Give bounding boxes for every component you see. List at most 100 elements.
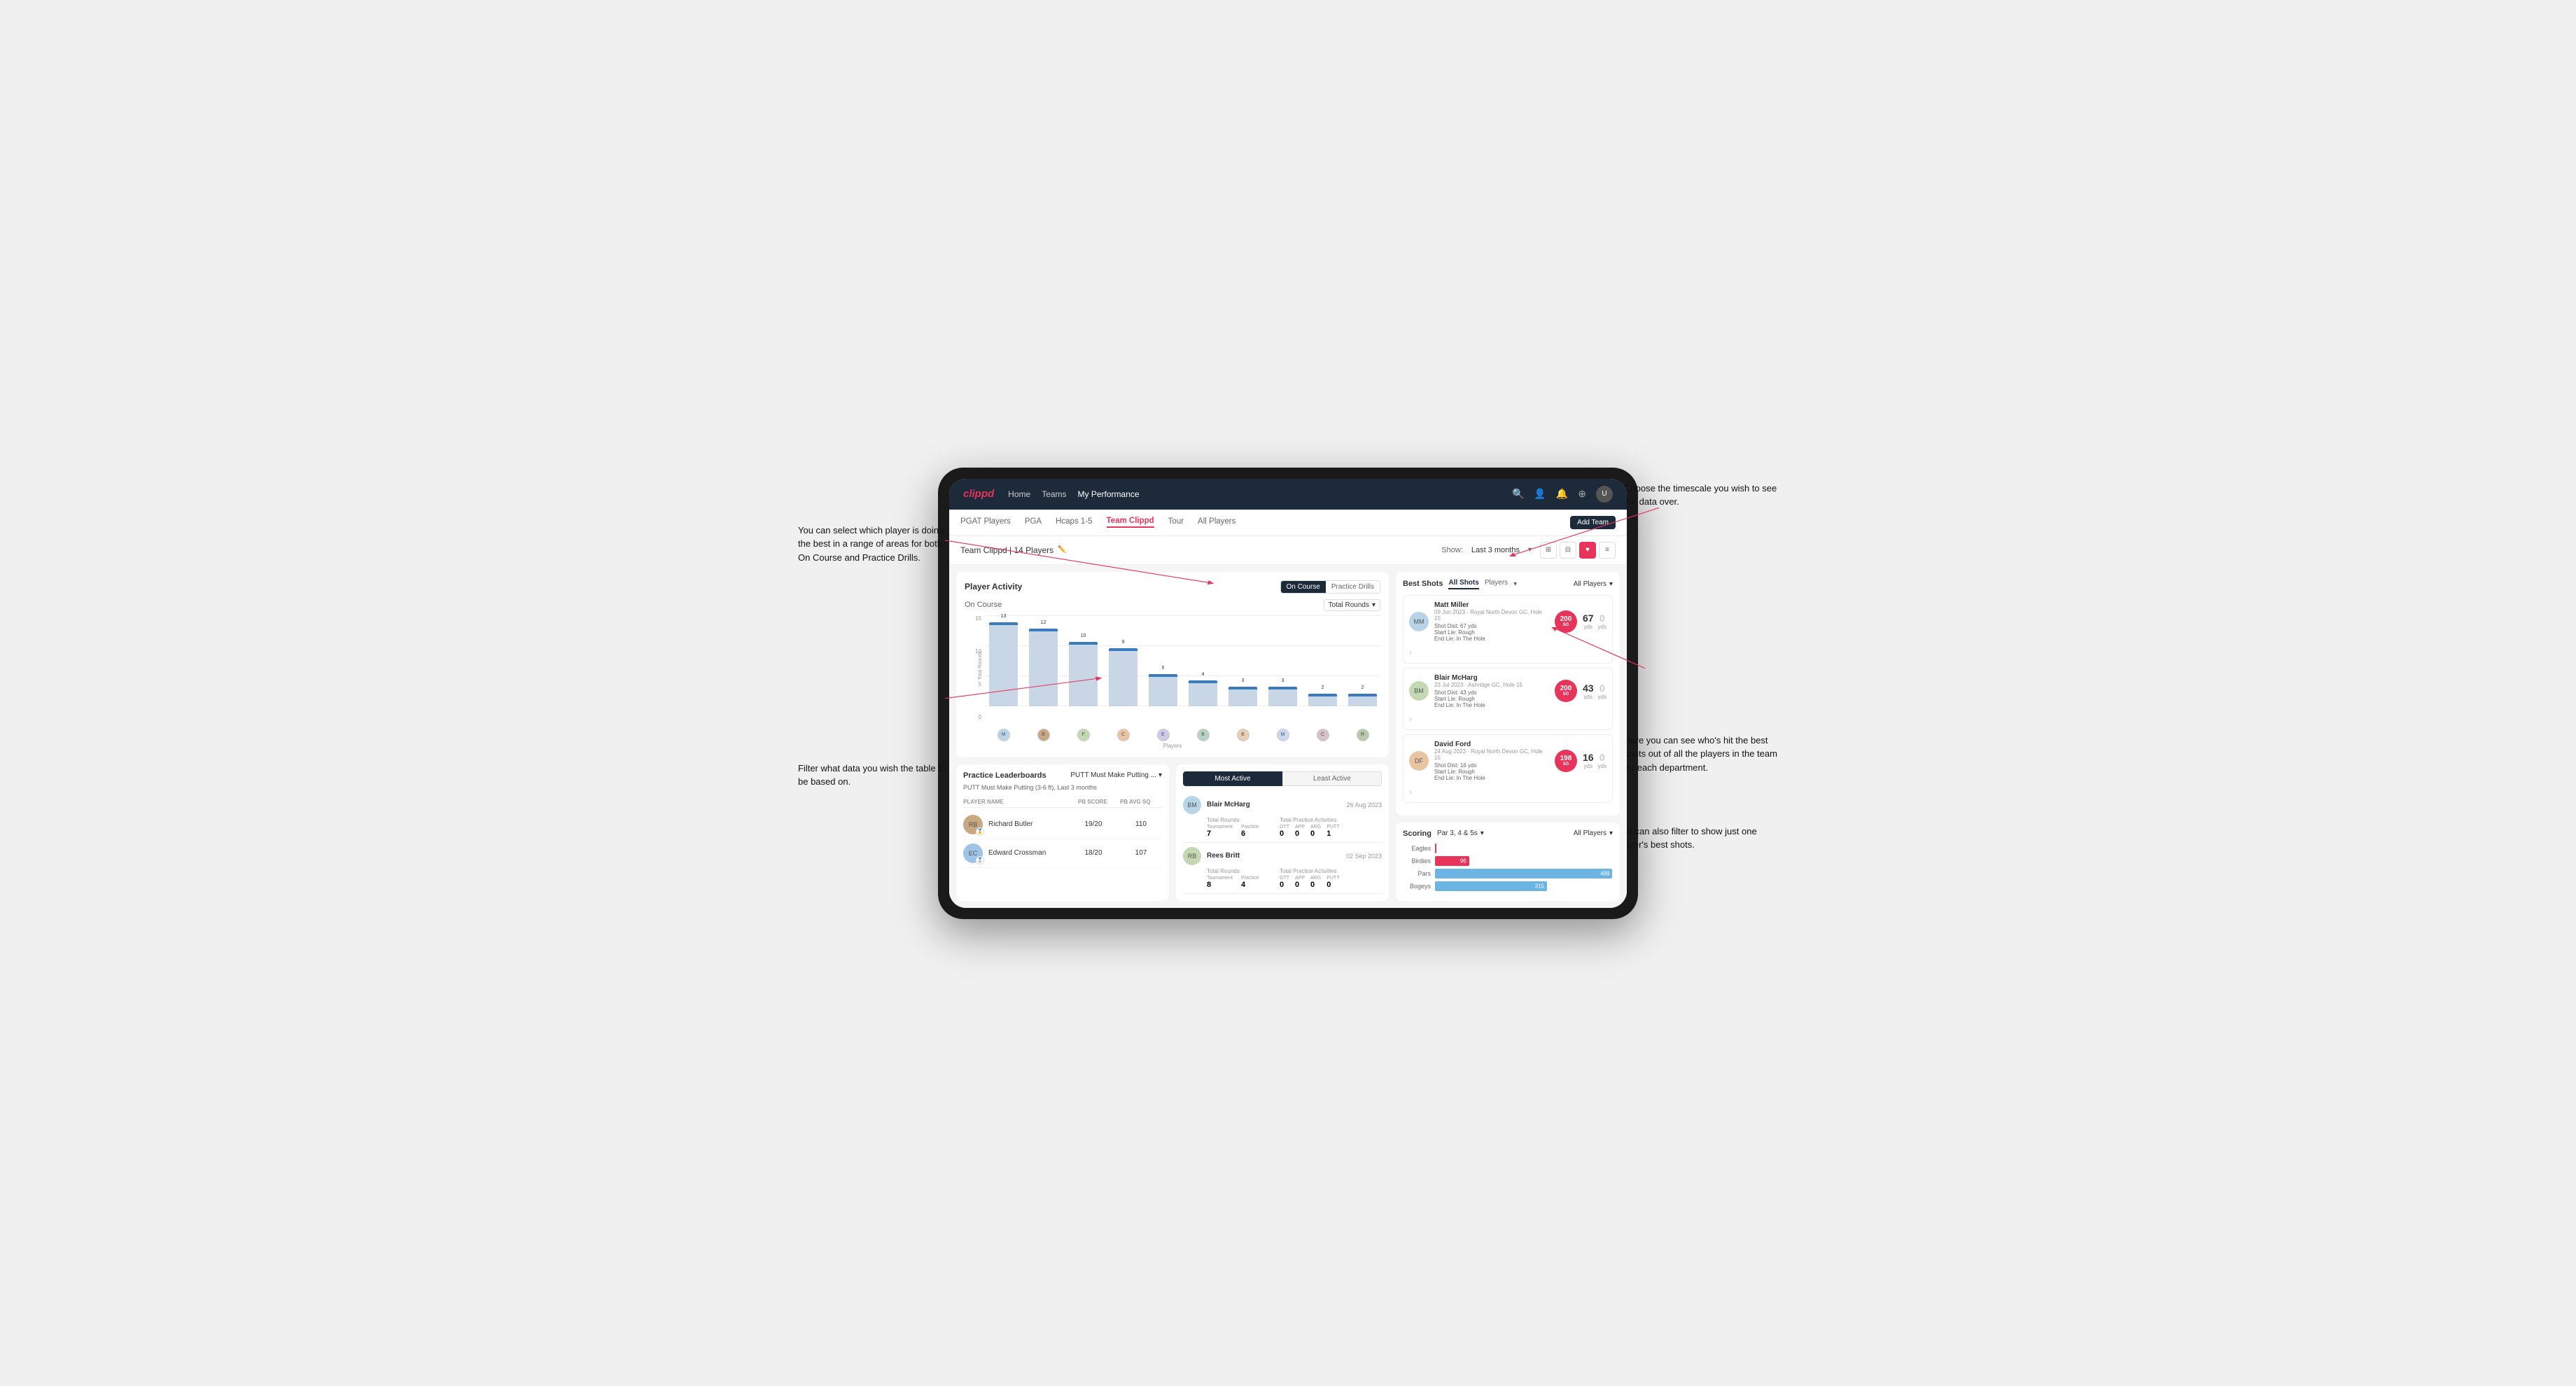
avatar[interactable]: U xyxy=(1596,486,1613,503)
sub-nav-tour[interactable]: Tour xyxy=(1168,517,1184,527)
chevron-down-icon[interactable]: ▾ xyxy=(1528,546,1532,554)
tab-all-shots[interactable]: All Shots xyxy=(1448,579,1478,589)
edit-icon[interactable]: ✏️ xyxy=(1058,546,1066,554)
scoring-filter2[interactable]: All Players ▾ xyxy=(1574,830,1613,837)
active-date-1: 26 Aug 2023 xyxy=(1346,802,1382,808)
zero-val-1: 0 xyxy=(1600,682,1605,694)
sg-value-2: 198 xyxy=(1560,755,1572,762)
mini-avatar-2: F xyxy=(1077,729,1090,741)
avatar-item-4: E xyxy=(1145,729,1181,741)
sub-nav-pga[interactable]: PGA xyxy=(1025,517,1042,527)
view-list-button[interactable]: ≡ xyxy=(1599,542,1616,559)
users-icon[interactable]: 👤 xyxy=(1534,488,1546,500)
nav-link-teams[interactable]: Teams xyxy=(1042,489,1066,499)
shot-cards: MM Matt Miller 09 Jun 2023 · Royal North… xyxy=(1403,595,1613,803)
best-shots-chevron[interactable]: ▾ xyxy=(1513,580,1517,588)
sg-label-1: SG xyxy=(1563,692,1569,696)
bar-val-inside-3: 315 xyxy=(1535,883,1544,889)
least-active-button[interactable]: Least Active xyxy=(1282,771,1382,786)
total-practice-label-2: Total Practice Activities xyxy=(1280,868,1382,874)
putt-col: PUTT 1 xyxy=(1326,825,1339,838)
practice-avg-1: 110 xyxy=(1120,820,1162,828)
bar-highlight-2 xyxy=(1069,642,1098,645)
on-course-toggle[interactable]: On Course xyxy=(1281,581,1326,593)
practice-avg-2: 107 xyxy=(1120,849,1162,857)
bar-value-2: 10 xyxy=(1081,634,1086,638)
active-total-practice-1: Total Practice Activities GTT 0 APP xyxy=(1280,817,1382,838)
nav-icons: 🔍 👤 🔔 ⊕ U xyxy=(1512,486,1613,503)
view-grid4-button[interactable]: ⊞ xyxy=(1540,542,1557,559)
shot-card-2[interactable]: DF David Ford 24 Aug 2023 · Royal North … xyxy=(1403,734,1613,803)
sub-nav-hcaps[interactable]: Hcaps 1-5 xyxy=(1056,517,1092,527)
all-players-dropdown[interactable]: All Players ▾ xyxy=(1574,580,1613,588)
putt-label: PUTT xyxy=(1326,825,1339,830)
search-icon[interactable]: 🔍 xyxy=(1512,488,1524,500)
sub-nav-right: Add Team xyxy=(1570,516,1616,529)
practice-drills-toggle[interactable]: Practice Drills xyxy=(1326,581,1380,593)
practice-filter-button[interactable]: PUTT Must Make Putting ... ▾ xyxy=(1070,771,1162,779)
gtt-label-2: GTT xyxy=(1280,876,1289,881)
plus-circle-icon[interactable]: ⊕ xyxy=(1578,488,1586,500)
sg-value-0: 200 xyxy=(1560,616,1572,623)
team-header: Team Clippd | 14 Players ✏️ Show: Last 3… xyxy=(949,536,1627,565)
shot-card-0[interactable]: MM Matt Miller 09 Jun 2023 · Royal North… xyxy=(1403,595,1613,664)
active-player-card-1[interactable]: BM Blair McHarg 26 Aug 2023 Total Rounds xyxy=(1183,792,1382,843)
tablet-screen: clippd Home Teams My Performance 🔍 👤 🔔 ⊕… xyxy=(949,479,1627,908)
practice-row-2[interactable]: EC 🥈 Edward Crossman 18/20 107 xyxy=(963,839,1162,868)
practice-avatar-1: RB 🥇 xyxy=(963,815,983,834)
shot-card-1[interactable]: BM Blair McHarg 23 Jul 2023 · Ashridge G… xyxy=(1403,668,1613,730)
active-name-2: Rees Britt xyxy=(1207,852,1240,860)
bell-icon[interactable]: 🔔 xyxy=(1556,488,1568,500)
active-player-card-2[interactable]: RB Rees Britt 02 Sep 2023 Total Rounds xyxy=(1183,843,1382,894)
chart-bottom-labels: Players xyxy=(965,743,1380,749)
best-shots-tabs: All Shots Players xyxy=(1448,579,1508,589)
bars-area: 1312109543322 xyxy=(986,615,1380,706)
view-heart-button[interactable]: ♥ xyxy=(1579,542,1596,559)
player-activity-section: Player Activity On Course Practice Drill… xyxy=(956,572,1389,757)
sub-nav-pgat[interactable]: PGAT Players xyxy=(960,517,1011,527)
bar-highlight-1 xyxy=(1029,629,1058,631)
tournament-val-2: 8 xyxy=(1207,881,1233,889)
avatar-item-3: C xyxy=(1105,729,1141,741)
arg-label-2: ARG xyxy=(1310,876,1321,881)
practice-col-2: Practice 4 xyxy=(1241,876,1259,889)
gtt-col-2: GTT 0 xyxy=(1280,876,1289,889)
bar-3 xyxy=(1109,648,1138,706)
shot-chevron-2[interactable]: › xyxy=(1409,787,1429,797)
active-total-rounds-label-2: Total Rounds Tournament 8 Practice xyxy=(1207,868,1277,889)
add-team-button[interactable]: Add Team xyxy=(1570,516,1616,529)
practice-row-1[interactable]: RB 🥇 Richard Butler 19/20 110 xyxy=(963,811,1162,839)
page-container: Choose the timescale you wish to see the… xyxy=(798,468,1778,919)
rounds-cols: Tournament 7 Practice 6 xyxy=(1207,825,1277,838)
nav-link-my-performance[interactable]: My Performance xyxy=(1078,489,1140,499)
shot-avatar-0: MM xyxy=(1409,612,1429,631)
shot-player-name-0: Matt Miller xyxy=(1434,601,1549,609)
total-rounds-label-2: Total Rounds xyxy=(1207,868,1277,874)
sub-nav-all-players[interactable]: All Players xyxy=(1198,517,1236,527)
scoring-filter1[interactable]: Par 3, 4 & 5s ▾ xyxy=(1437,830,1484,837)
sub-nav-team-clippd[interactable]: Team Clippd xyxy=(1107,517,1154,528)
bar-highlight-0 xyxy=(989,622,1018,625)
sg-value-1: 200 xyxy=(1560,685,1572,692)
scoring-label-2: Pars xyxy=(1403,870,1431,877)
bar-group-9: 2 xyxy=(1345,622,1380,706)
show-value[interactable]: Last 3 months xyxy=(1471,546,1520,554)
chart-filter-button[interactable]: Total Rounds ▾ xyxy=(1324,599,1380,611)
dist-unit-0: yds xyxy=(1584,624,1592,630)
practice-subtitle: PUTT Must Make Putting (3-6 ft), Last 3 … xyxy=(963,784,1162,791)
shot-chevron-1[interactable]: › xyxy=(1409,714,1429,724)
bar-highlight-6 xyxy=(1228,687,1257,690)
section-header: Player Activity On Course Practice Drill… xyxy=(965,580,1380,594)
shot-dist-zero-0: 0 yds xyxy=(1598,612,1606,630)
tab-players[interactable]: Players xyxy=(1485,579,1508,589)
practice-title: Practice Leaderboards xyxy=(963,771,1046,780)
bar-value-5: 4 xyxy=(1202,672,1205,677)
nav-link-home[interactable]: Home xyxy=(1008,489,1030,499)
view-grid9-button[interactable]: ⊟ xyxy=(1560,542,1576,559)
most-active-button[interactable]: Most Active xyxy=(1183,771,1282,786)
bar-9 xyxy=(1348,694,1377,706)
practice-player-name-1: Richard Butler xyxy=(988,820,1032,828)
shot-chevron-0[interactable]: › xyxy=(1409,648,1429,657)
arg-label: ARG xyxy=(1310,825,1321,830)
app-label: APP xyxy=(1295,825,1305,830)
